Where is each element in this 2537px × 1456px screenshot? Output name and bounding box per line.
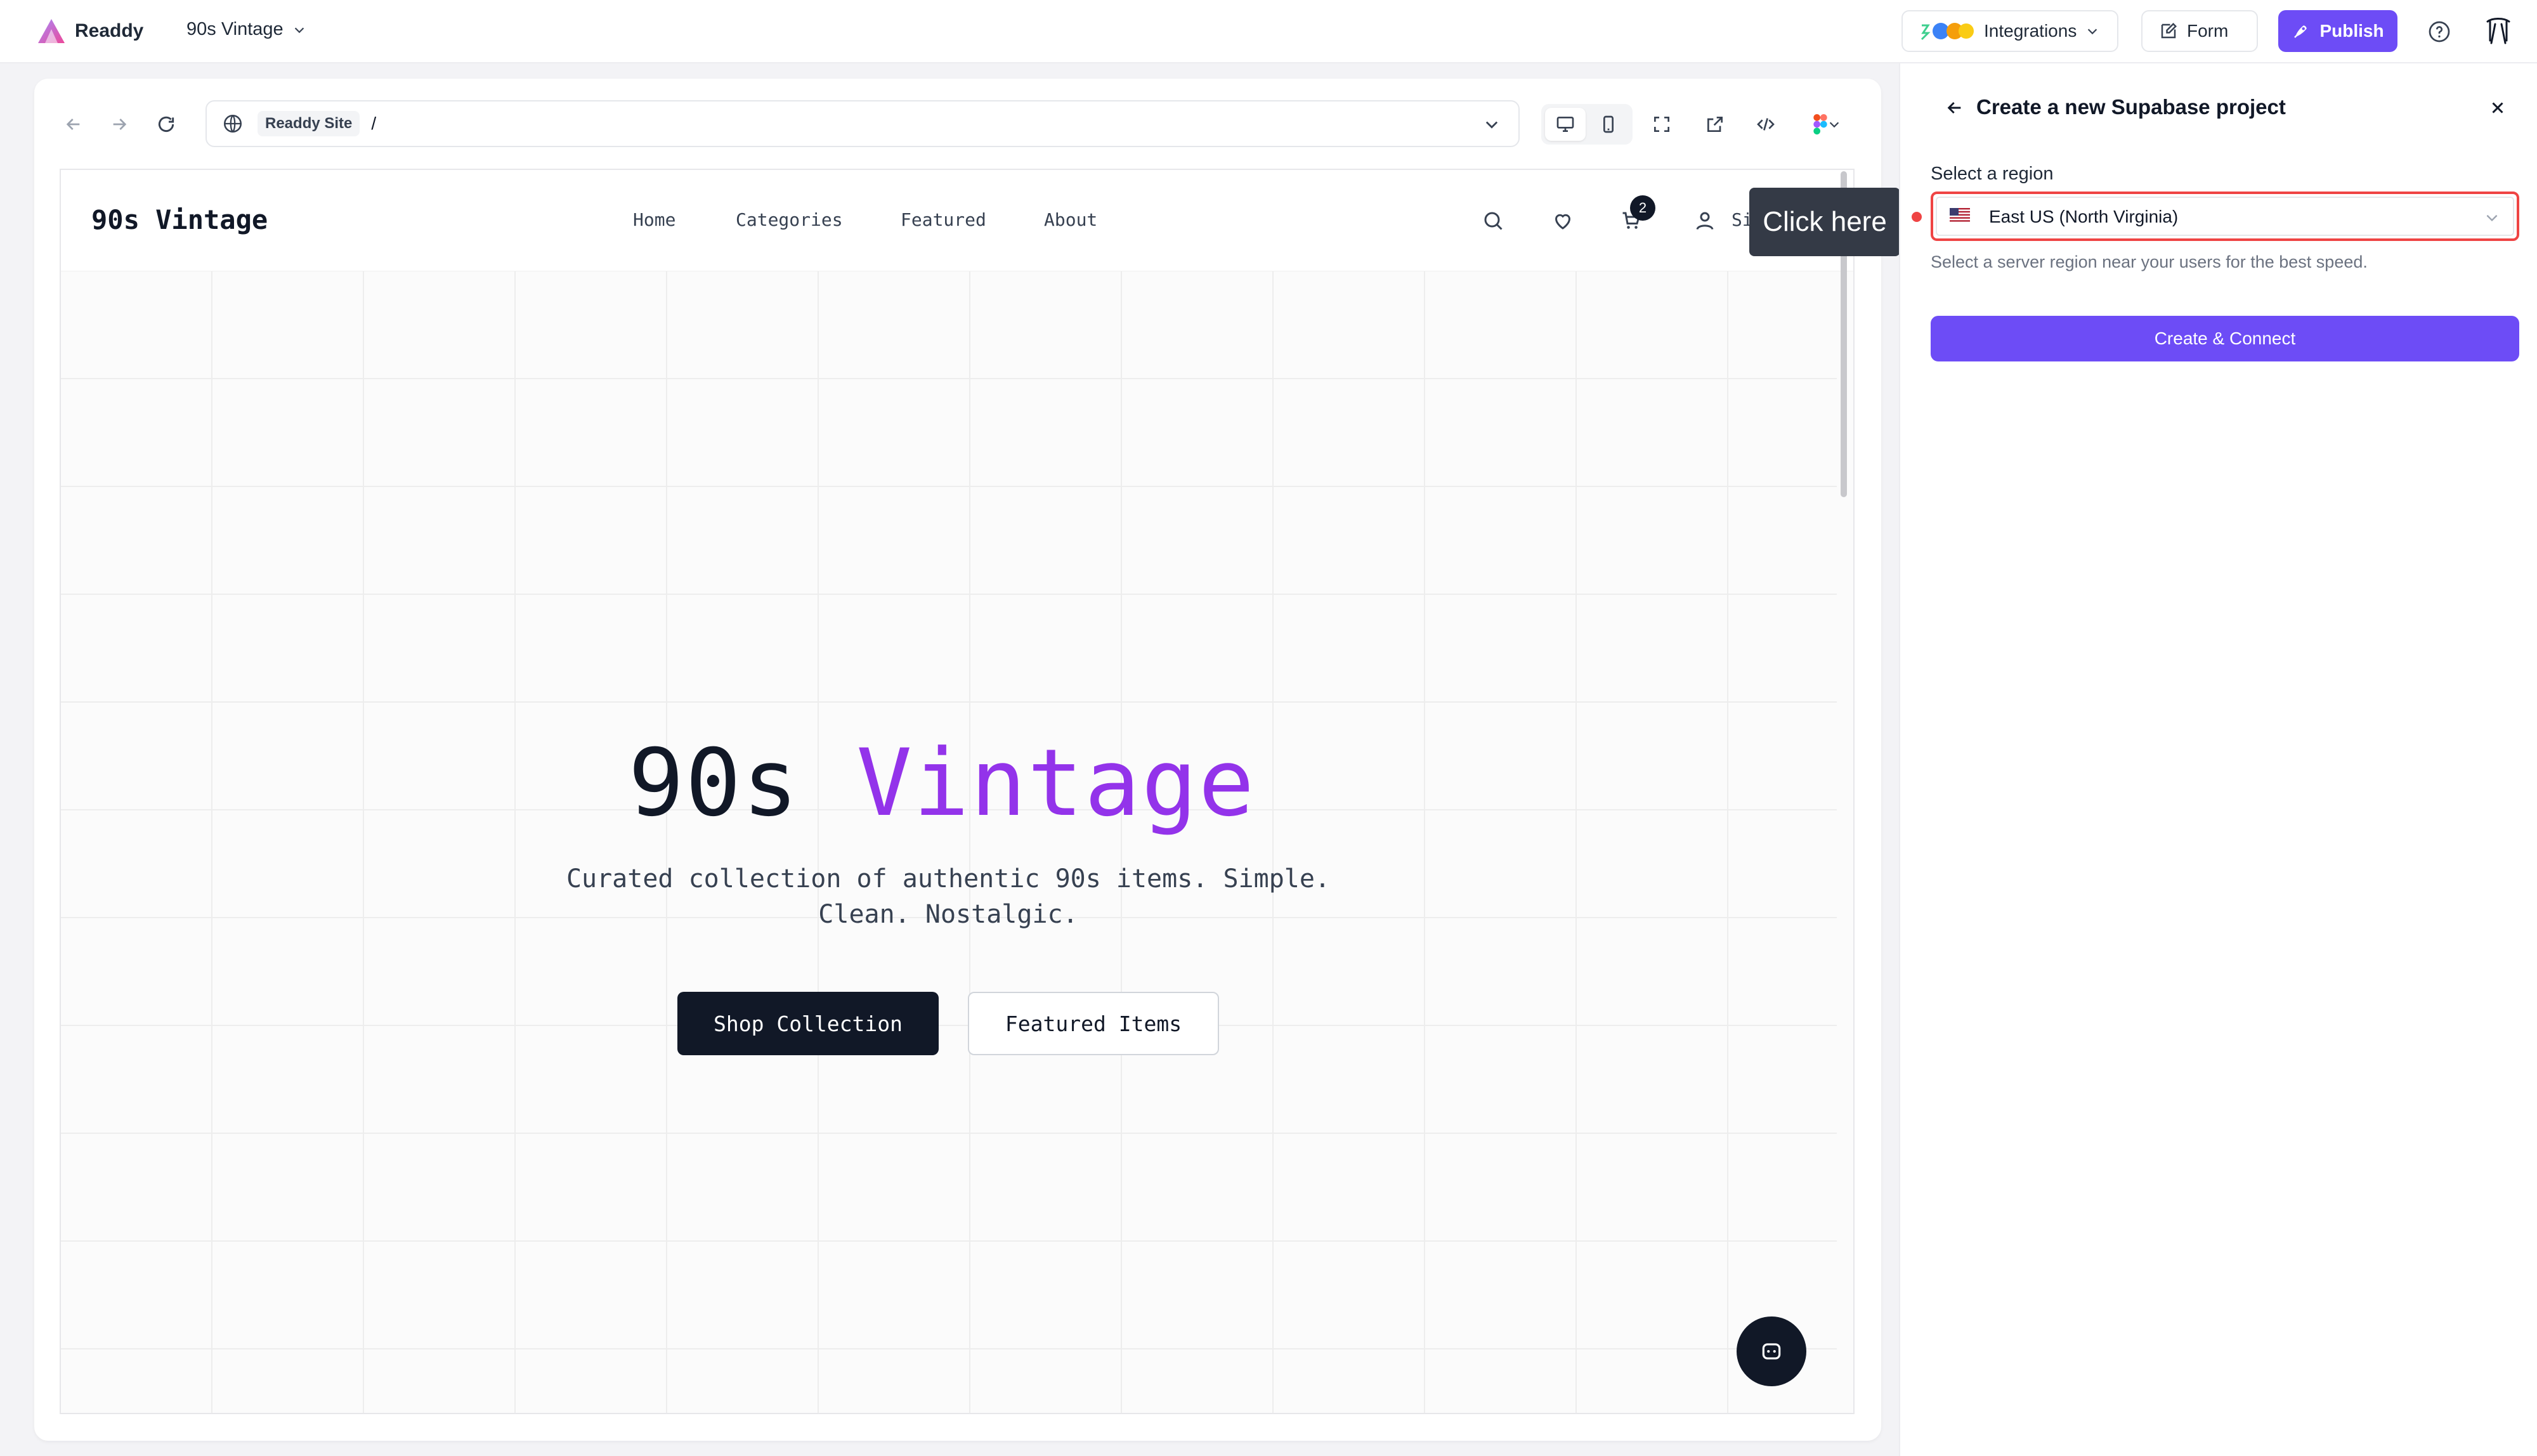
project-name: 90s Vintage xyxy=(186,19,284,39)
phone-icon xyxy=(1603,115,1614,133)
hero-subtitle: Curated collection of authentic 90s item… xyxy=(566,864,1331,929)
integrations-button[interactable]: Integrations xyxy=(1901,10,2118,52)
search-icon[interactable] xyxy=(1478,205,1508,236)
mobile-view-button[interactable] xyxy=(1588,108,1629,141)
heart-icon[interactable] xyxy=(1548,205,1578,236)
chevron-down-icon xyxy=(294,27,304,33)
readdy-logo-icon xyxy=(38,19,65,43)
url-path[interactable]: / xyxy=(371,114,376,134)
chevron-down-icon xyxy=(1829,122,1839,128)
forward-arrow-icon[interactable] xyxy=(107,112,132,137)
brand-logo[interactable]: Readdy xyxy=(37,18,143,44)
code-icon[interactable] xyxy=(1753,112,1778,137)
site-nav-about[interactable]: About xyxy=(1044,209,1097,230)
featured-items-button[interactable]: Featured Items xyxy=(968,992,1219,1055)
chevron-down-icon xyxy=(2088,29,2097,35)
brand-name: Readdy xyxy=(75,20,144,41)
chevron-down-icon xyxy=(2486,214,2498,222)
address-bar[interactable]: Readdy Site / xyxy=(205,100,1520,147)
open-external-icon[interactable] xyxy=(1702,112,1728,137)
us-flag-icon xyxy=(1950,208,1970,222)
create-connect-button[interactable]: Create & Connect xyxy=(1931,316,2519,361)
shop-collection-button[interactable]: Shop Collection xyxy=(677,992,939,1055)
site-header: 90s Vintage Home Categories Featured Abo… xyxy=(61,170,1853,271)
region-label: Select a region xyxy=(1931,164,2054,184)
help-icon[interactable] xyxy=(2425,18,2453,46)
region-select[interactable]: East US (North Virginia) xyxy=(1931,192,2519,241)
hero-title: 90s Vintage xyxy=(0,729,1884,837)
figma-menu[interactable] xyxy=(1805,112,1849,137)
cart-count-badge: 2 xyxy=(1630,195,1655,221)
site-nav-categories[interactable]: Categories xyxy=(736,209,843,230)
site-nav-featured[interactable]: Featured xyxy=(901,209,986,230)
desktop-view-button[interactable] xyxy=(1545,108,1586,141)
close-icon[interactable] xyxy=(2485,95,2510,120)
click-here-tooltip: Click here xyxy=(1749,188,1900,256)
user-avatar-icon[interactable] xyxy=(2480,14,2517,51)
back-arrow-icon[interactable] xyxy=(1942,95,1967,120)
hero-title-main: 90s xyxy=(628,729,800,837)
highlight-dot xyxy=(1912,212,1922,222)
publish-label: Publish xyxy=(2319,21,2384,41)
hero-title-accent: Vintage xyxy=(856,729,1256,837)
device-toggle xyxy=(1541,104,1633,145)
chat-button[interactable] xyxy=(1737,1316,1806,1386)
background-grid xyxy=(61,271,1837,1413)
monitor-icon xyxy=(1556,117,1574,132)
integrations-label: Integrations xyxy=(1984,21,2077,41)
site-logo[interactable]: 90s Vintage xyxy=(91,204,268,235)
top-app-bar: Readdy 90s Vintage Integrations Form Pub… xyxy=(0,0,2537,63)
back-arrow-icon[interactable] xyxy=(61,112,86,137)
user-icon[interactable] xyxy=(1690,205,1720,236)
rocket-icon xyxy=(2294,25,2307,38)
form-label: Form xyxy=(2187,21,2229,41)
site-chip: Readdy Site xyxy=(258,111,360,136)
supabase-panel xyxy=(1899,63,2537,1456)
globe-icon xyxy=(223,114,242,133)
region-select-value: East US (North Virginia) xyxy=(1989,207,2179,226)
chevron-down-icon[interactable] xyxy=(1483,115,1501,133)
chat-bot-icon xyxy=(1762,1343,1781,1360)
edit-form-icon xyxy=(2161,22,2177,39)
form-button[interactable]: Form xyxy=(2141,10,2258,52)
publish-button[interactable]: Publish xyxy=(2278,10,2397,52)
site-nav-home[interactable]: Home xyxy=(633,209,675,230)
panel-title: Create a new Supabase project xyxy=(1976,95,2286,119)
integrations-logos-icon xyxy=(1921,23,1974,41)
region-helper-text: Select a server region near your users f… xyxy=(1931,252,2368,271)
fullscreen-icon[interactable] xyxy=(1649,112,1674,137)
reload-icon[interactable] xyxy=(153,112,179,137)
figma-icon xyxy=(1813,114,1827,134)
project-switcher[interactable]: 90s Vintage xyxy=(186,19,306,40)
